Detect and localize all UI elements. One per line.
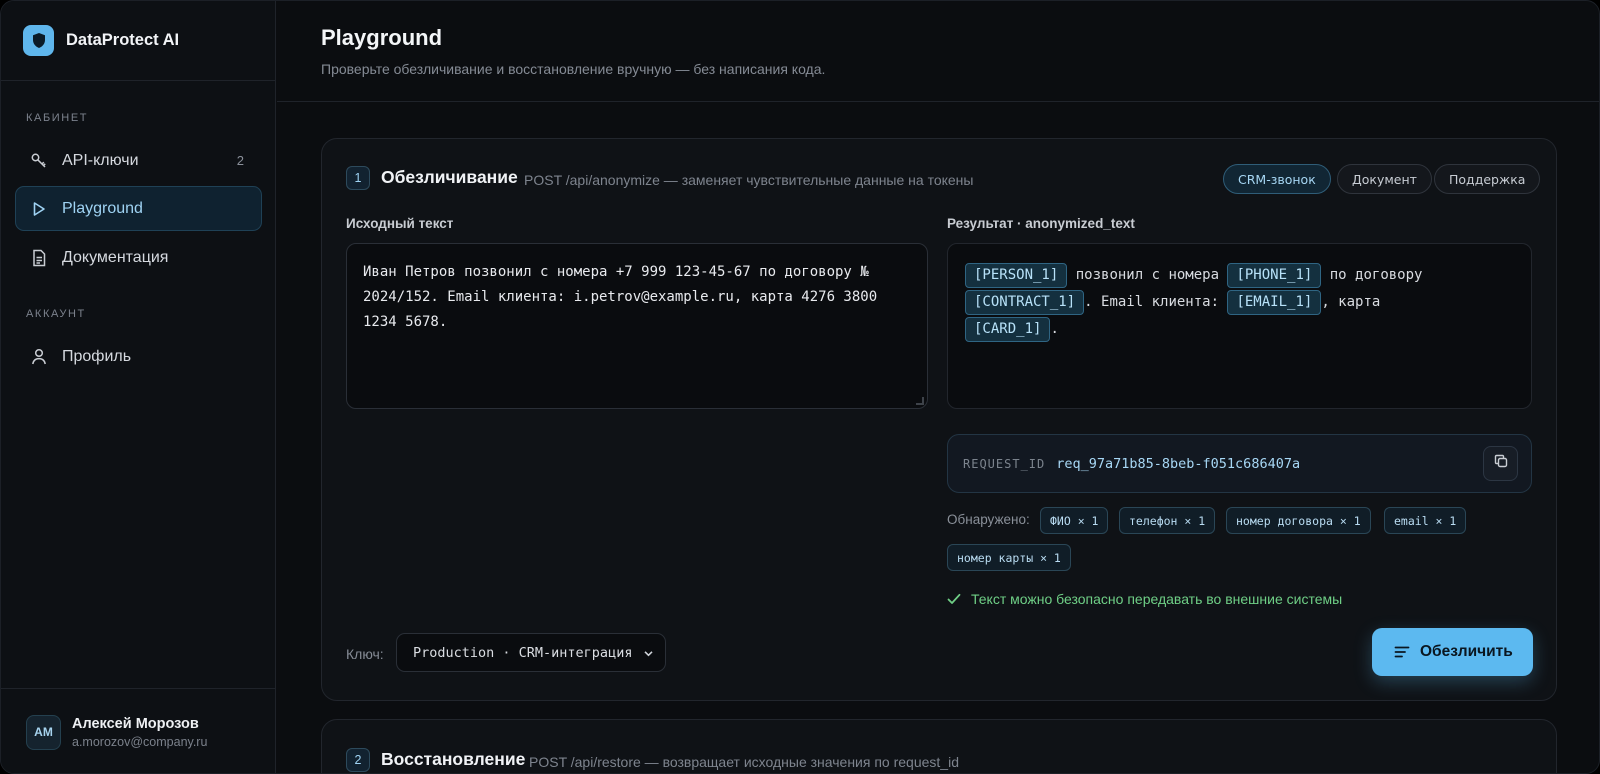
anonymize-button[interactable]: Обезличить xyxy=(1372,628,1533,676)
resize-handle-icon[interactable] xyxy=(916,397,924,405)
copy-icon xyxy=(1494,454,1508,473)
user-block[interactable]: АМ Алексей Морозов a.morozov@company.ru xyxy=(1,688,276,773)
detected-label: Обнаружено: xyxy=(947,512,1030,527)
step-badge: 2 xyxy=(346,748,370,772)
sidebar-item-label: API-ключи xyxy=(62,151,139,169)
user-icon xyxy=(30,348,48,366)
section-label-account: АККАУНТ xyxy=(26,308,86,320)
result-text: по договору xyxy=(1321,267,1423,283)
sidebar-item-label: Документация xyxy=(62,248,169,266)
detected-entity-badge: ФИО × 1 xyxy=(1040,507,1109,534)
app-name: DataProtect AI xyxy=(66,31,180,49)
token-email: [EMAIL_1] xyxy=(1227,290,1322,315)
sidebar: DataProtect AI КАБИНЕТ API-ключи 2 Playg… xyxy=(1,1,276,773)
source-text-value: Иван Петров позвонил с номера +7 999 123… xyxy=(363,264,878,330)
detected-entity-badge: номер карты × 1 xyxy=(947,544,1071,571)
token-contract: [CONTRACT_1] xyxy=(965,290,1085,315)
brand[interactable]: DataProtect AI xyxy=(1,1,275,81)
request-id-label: REQUEST_ID xyxy=(963,456,1046,471)
page-subtitle: Проверьте обезличивание и восстановление… xyxy=(321,61,826,77)
detected-entity-badge: email × 1 xyxy=(1384,507,1467,534)
card-title: Восстановление xyxy=(381,749,526,769)
lines-icon xyxy=(1394,646,1410,658)
card-endpoint-desc: POST /api/restore — возвращает исходные … xyxy=(529,754,959,770)
sidebar-item-label: Playground xyxy=(62,199,143,217)
anonymize-card: 1 Обезличивание POST /api/anonymize — за… xyxy=(321,138,1557,701)
page-title: Playground xyxy=(321,25,443,50)
avatar: АМ xyxy=(26,714,61,750)
api-key-select[interactable]: Production · CRM-интеграция xyxy=(396,633,666,672)
step-badge: 1 xyxy=(346,166,370,190)
detected-entity-badge: телефон × 1 xyxy=(1119,507,1216,534)
restore-card: 2 Восстановление POST /api/restore — воз… xyxy=(321,719,1557,773)
document-icon xyxy=(30,249,48,267)
app-window: DataProtect AI КАБИНЕТ API-ключи 2 Playg… xyxy=(0,0,1600,774)
shield-logo-icon xyxy=(23,25,54,56)
user-name: Алексей Морозов xyxy=(72,715,199,732)
section-label-cabinet: КАБИНЕТ xyxy=(26,112,89,124)
safe-status: Текст можно безопасно передавать во внеш… xyxy=(947,591,1342,607)
result-text: . Email клиента: xyxy=(1084,294,1228,310)
request-id-value[interactable]: req_97a71b85-8beb-f051c686407a xyxy=(1056,456,1300,472)
token-person: [PERSON_1] xyxy=(965,263,1068,288)
copy-button[interactable] xyxy=(1483,446,1518,481)
main-content: Playground Проверьте обезличивание и вос… xyxy=(277,1,1599,773)
result-text: . xyxy=(1050,321,1059,337)
anonymize-button-label: Обезличить xyxy=(1420,643,1513,660)
sidebar-item-playground[interactable]: Playground xyxy=(15,186,262,231)
key-icon xyxy=(30,152,48,170)
api-key-selected-value: Production · CRM-интеграция xyxy=(413,644,633,661)
card-endpoint-desc: POST /api/anonymize — заменяет чувствите… xyxy=(524,172,974,188)
result-text: позвонил с номера xyxy=(1067,267,1228,283)
play-icon xyxy=(30,200,48,218)
page-header: Playground Проверьте обезличивание и вос… xyxy=(277,1,1599,102)
api-keys-count-badge: 2 xyxy=(236,153,244,168)
input-label: Исходный текст xyxy=(346,216,454,231)
preset-chip-crm-call[interactable]: CRM-звонок xyxy=(1223,164,1331,194)
sidebar-item-profile[interactable]: Профиль xyxy=(15,334,262,379)
anonymized-result-output: [PERSON_1] позвонил с номера [PHONE_1] п… xyxy=(947,243,1532,409)
key-label: Ключ: xyxy=(346,646,384,662)
token-card: [CARD_1] xyxy=(965,317,1051,342)
detected-entity-badge: номер договора × 1 xyxy=(1226,507,1371,534)
check-icon xyxy=(947,593,961,605)
card-title: Обезличивание xyxy=(381,167,518,187)
sidebar-item-docs[interactable]: Документация xyxy=(15,235,262,280)
result-label: Результат · anonymized_text xyxy=(947,216,1135,231)
safe-message: Текст можно безопасно передавать во внеш… xyxy=(971,591,1343,607)
token-phone: [PHONE_1] xyxy=(1227,263,1322,288)
preset-chip-document[interactable]: Документ xyxy=(1337,164,1432,194)
sidebar-item-label: Профиль xyxy=(62,347,132,365)
result-text: , карта xyxy=(1321,294,1381,310)
source-text-input[interactable]: Иван Петров позвонил с номера +7 999 123… xyxy=(346,243,928,409)
chevron-down-icon xyxy=(643,647,654,663)
user-email: a.morozov@company.ru xyxy=(72,734,208,749)
sidebar-item-api-keys[interactable]: API-ключи 2 xyxy=(15,138,262,183)
request-id-box: REQUEST_ID req_97a71b85-8beb-f051c686407… xyxy=(947,434,1532,493)
preset-chip-support[interactable]: Поддержка xyxy=(1434,164,1541,194)
